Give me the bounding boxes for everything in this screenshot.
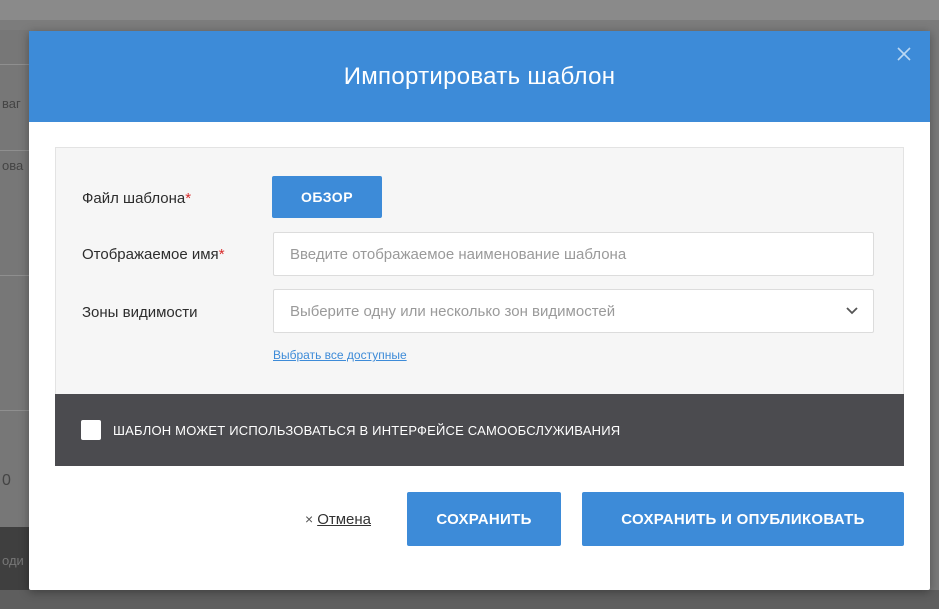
background-text: ова — [2, 158, 24, 173]
background-divider — [0, 150, 30, 151]
self-service-bar: ШАБЛОН МОЖЕТ ИСПОЛЬЗОВАТЬСЯ В ИНТЕРФЕЙСЕ… — [55, 394, 904, 466]
close-icon — [897, 47, 911, 61]
close-icon[interactable] — [894, 45, 914, 65]
background-header — [0, 0, 939, 20]
dialog-header: Импортировать шаблон — [29, 31, 930, 122]
form-panel: Файл шаблона* ОБЗОР Отображаемое имя* Зо… — [55, 147, 904, 395]
background-text: ваг — [2, 96, 21, 111]
background-divider — [0, 410, 30, 411]
save-button[interactable]: СОХРАНИТЬ — [407, 492, 561, 546]
required-marker: * — [218, 246, 225, 263]
dialog-title: Импортировать шаблон — [343, 62, 616, 90]
visibility-zones-select[interactable]: Выберите одну или несколько зон видимост… — [273, 289, 874, 333]
self-service-label: ШАБЛОН МОЖЕТ ИСПОЛЬЗОВАТЬСЯ В ИНТЕРФЕЙСЕ… — [113, 422, 621, 438]
save-and-publish-button[interactable]: СОХРАНИТЬ И ОПУБЛИКОВАТЬ — [582, 492, 904, 546]
display-name-label-text: Отображаемое имя — [82, 246, 219, 263]
select-all-link[interactable]: Выбрать все доступные — [273, 348, 407, 362]
background-text: 0 — [2, 472, 11, 489]
visibility-zones-placeholder: Выберите одну или несколько зон видимост… — [290, 302, 616, 320]
cancel-button[interactable]: × Отмена — [305, 511, 371, 528]
background-dark-bar: оди — [0, 527, 30, 591]
visibility-zones-label: Зоны видимости — [82, 304, 198, 321]
background-footer — [0, 590, 939, 609]
browse-button[interactable]: ОБЗОР — [272, 176, 382, 218]
background-sidebar — [0, 30, 30, 590]
background-right-edge — [930, 20, 939, 590]
close-icon: × — [305, 511, 314, 527]
template-file-label: Файл шаблона* — [82, 190, 191, 207]
background-text: оди — [2, 553, 24, 568]
import-template-dialog: Импортировать шаблон Файл шаблона* ОБЗОР… — [29, 31, 930, 590]
chevron-down-icon — [846, 307, 858, 315]
display-name-input[interactable] — [273, 232, 874, 276]
required-marker: * — [185, 190, 192, 207]
background-divider — [0, 64, 30, 65]
cancel-label: Отмена — [317, 511, 372, 528]
display-name-label: Отображаемое имя* — [82, 246, 225, 263]
background-divider — [0, 275, 30, 276]
self-service-checkbox[interactable] — [81, 420, 101, 440]
template-file-label-text: Файл шаблона — [82, 190, 186, 207]
